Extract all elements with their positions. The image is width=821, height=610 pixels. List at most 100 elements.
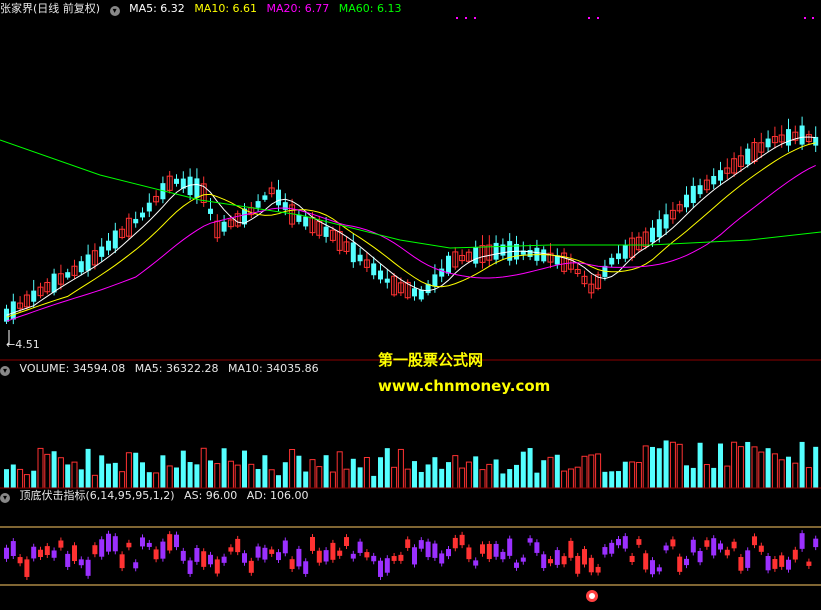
indicator-bar	[126, 542, 132, 548]
indicator-bar	[58, 540, 64, 548]
indicator-bar	[724, 549, 730, 556]
indicator-bar	[153, 549, 159, 560]
ma5-line	[6, 136, 816, 316]
volume-bar	[153, 472, 160, 489]
indicator-bar	[786, 559, 791, 570]
volume-bar	[44, 453, 51, 489]
candle-body	[99, 246, 105, 257]
indicator-bar	[412, 547, 417, 565]
volume-bars	[4, 440, 819, 489]
volume-bar	[363, 456, 370, 489]
volume-bar	[684, 465, 689, 488]
volume-bar	[567, 468, 574, 489]
volume-bar	[91, 474, 98, 489]
volume-bar	[57, 457, 64, 489]
indicator-bar	[391, 556, 397, 561]
indicator-bar	[684, 558, 689, 566]
volume-bar	[221, 448, 227, 488]
volume-bar	[602, 471, 608, 488]
volume-bar	[534, 472, 540, 488]
volume-bar	[751, 446, 758, 489]
indicator-bar	[255, 546, 261, 558]
volume-bar	[125, 452, 132, 489]
volume-bar	[663, 440, 669, 488]
candle-body	[146, 202, 152, 212]
indicator-bar	[466, 547, 472, 560]
ma20-label: MA20: 6.77	[266, 2, 330, 15]
indicator-bar	[473, 560, 479, 566]
indicator-as: AS: 96.00	[184, 489, 238, 502]
indicator-bars	[4, 530, 819, 580]
volume-bar	[676, 443, 683, 489]
watermark-url: www.chnmoney.com	[378, 377, 551, 395]
volume-bar	[255, 468, 261, 488]
volume-settings-icon[interactable]: ▾	[0, 366, 10, 376]
indicator-bar	[439, 553, 445, 564]
candle-body	[663, 214, 669, 229]
indicator-name: 顶底伏击指标(6,14,95,95,1,2)	[19, 489, 175, 502]
settings-icon[interactable]: ▾	[109, 6, 120, 16]
indicator-bar	[643, 553, 649, 570]
volume-bar	[187, 462, 193, 488]
candle-body	[350, 242, 356, 263]
volume-bar	[703, 464, 710, 489]
candle-body	[357, 254, 363, 262]
candle-body	[684, 194, 689, 208]
candle-body	[439, 268, 445, 277]
indicator-bar	[650, 560, 655, 575]
volume-bar	[391, 466, 398, 489]
volume-bar	[642, 445, 649, 489]
indicator-bar	[405, 539, 411, 548]
indicator-bar	[486, 543, 492, 560]
indicator-bar	[350, 553, 356, 559]
stock-chart[interactable]	[0, 0, 821, 610]
indicator-bar	[432, 543, 438, 558]
volume-header: ▾ VOLUME: 34594.08 MA5: 36322.28 MA10: 3…	[0, 362, 325, 376]
indicator-bar	[65, 553, 71, 567]
candle-body	[656, 219, 662, 238]
volume-bar	[622, 461, 628, 488]
candle-body	[323, 226, 329, 237]
indicator-bar	[242, 553, 247, 563]
volume-bar	[214, 463, 221, 489]
volume-bar	[71, 461, 78, 489]
indicator-bar	[398, 554, 404, 561]
volume-bar	[262, 455, 268, 488]
indicator-bar	[595, 566, 601, 573]
ma10-line	[6, 142, 816, 318]
indicator-bar	[663, 545, 669, 551]
indicator-bar	[772, 559, 778, 569]
indicator-bar	[38, 549, 43, 557]
volume-bar	[799, 441, 805, 488]
volume-bar	[574, 466, 581, 489]
volume-bar	[37, 447, 44, 489]
volume-bar	[547, 456, 554, 489]
indicator-bar	[616, 538, 621, 546]
indicator-bar	[500, 551, 506, 560]
candle-body	[10, 301, 16, 320]
indicator-bar	[99, 539, 105, 557]
indicator-bar	[534, 542, 540, 553]
candle-body	[276, 189, 281, 206]
volume-bar	[384, 448, 390, 488]
indicator-bar	[371, 555, 377, 562]
indicator-bar	[446, 549, 451, 557]
volume-bar	[452, 455, 459, 489]
volume-bar	[581, 455, 588, 489]
indicator-bar	[17, 557, 23, 564]
indicator-bar	[85, 559, 91, 576]
indicator-bar	[541, 554, 547, 569]
volume-bar	[439, 468, 445, 488]
volume-bar	[296, 455, 302, 488]
indicator-settings-icon[interactable]: ▾	[0, 493, 10, 503]
indicator-bar	[527, 538, 533, 543]
volume-bar	[425, 464, 431, 488]
volume-bar	[242, 450, 247, 488]
candle-body	[786, 129, 791, 146]
volume-bar	[711, 467, 717, 488]
volume-bar	[690, 467, 696, 488]
price-header: 张家界(日线 前复权) ▾ MA5: 6.32 MA10: 6.61 MA20:…	[0, 2, 407, 16]
ma5-label: MA5: 6.32	[129, 2, 185, 15]
candle-body	[418, 289, 424, 300]
candle-body	[609, 257, 615, 265]
